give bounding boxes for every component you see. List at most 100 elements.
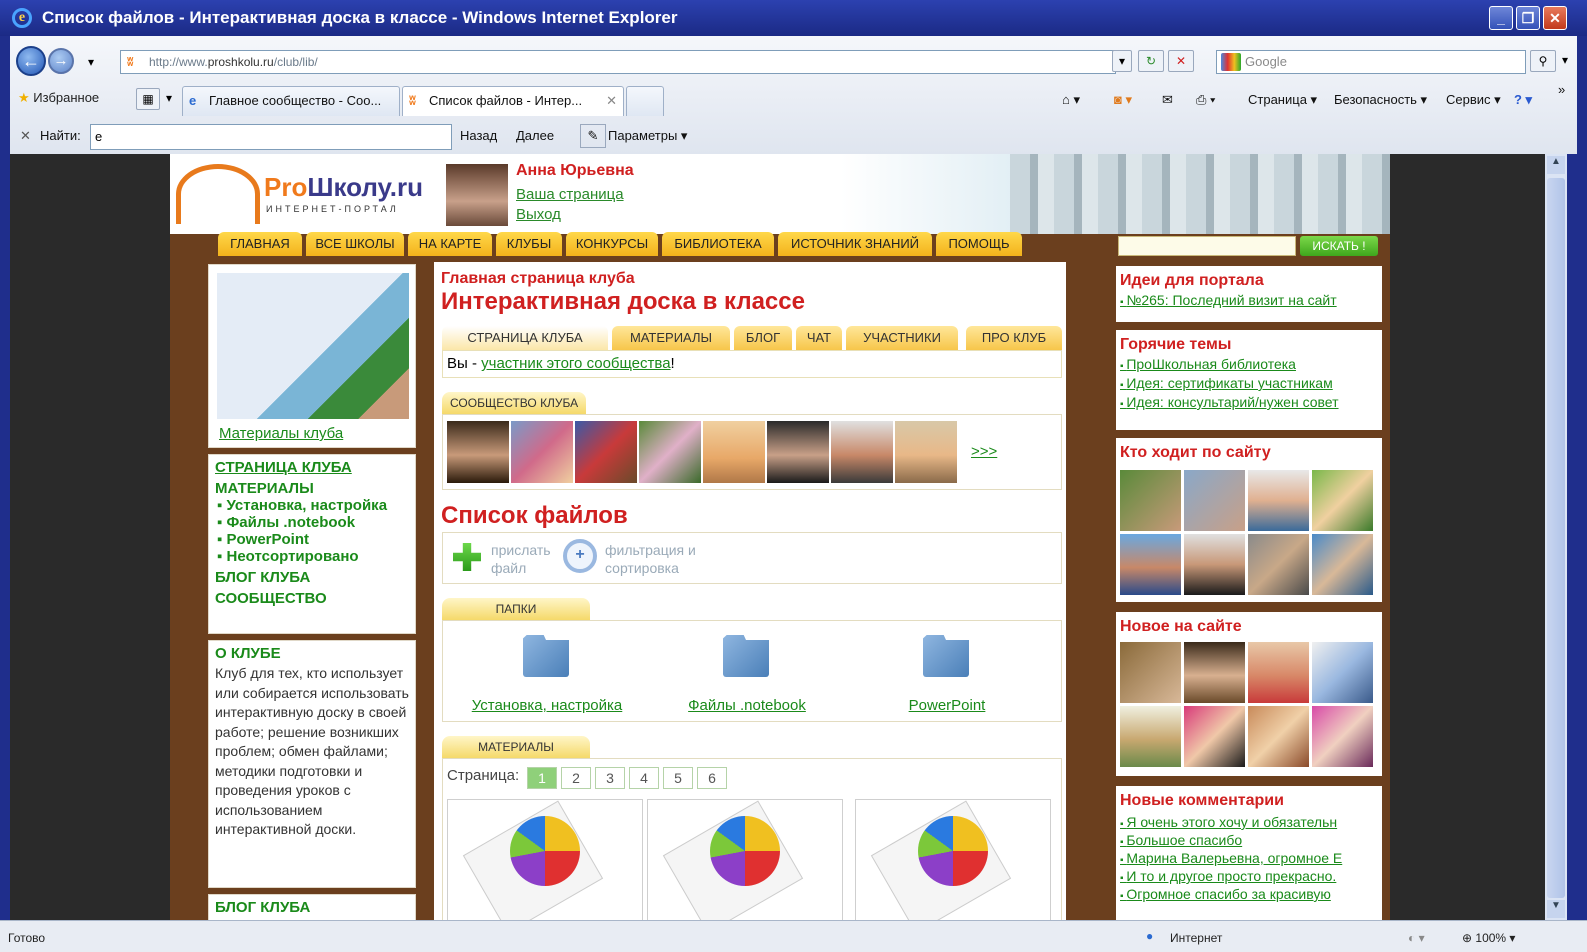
page-menu[interactable]: Страница ▾: [1248, 92, 1317, 108]
home-icon[interactable]: ⌂ ▾: [1062, 92, 1080, 108]
tab-materials[interactable]: МАТЕРИАЛЫ: [612, 326, 730, 350]
folder-notebook-link[interactable]: Файлы .notebook: [667, 697, 827, 714]
quick-tabs-icon[interactable]: ▦: [136, 88, 160, 110]
folder-icon[interactable]: [523, 635, 569, 677]
idea-link[interactable]: №265: Последний визит на сайт: [1116, 292, 1382, 308]
vertical-scrollbar[interactable]: ▲ ▼: [1545, 154, 1567, 920]
hot-topic-link[interactable]: ПроШкольная библиотека: [1120, 356, 1382, 372]
material-thumbnail[interactable]: [447, 799, 643, 920]
visitor-avatar[interactable]: [1184, 470, 1245, 531]
print-icon[interactable]: ⎙ ▾: [1196, 92, 1215, 108]
back-button[interactable]: ←: [16, 46, 46, 76]
site-search-input[interactable]: [1118, 236, 1296, 256]
find-next-button[interactable]: Далее: [516, 128, 554, 143]
address-bar[interactable]: ʬ http://www.proshkolu.ru/club/lib/: [120, 50, 1116, 74]
history-dropdown-icon[interactable]: ▾: [82, 52, 100, 74]
page-button[interactable]: 2: [561, 767, 591, 789]
folder-icon[interactable]: [923, 635, 969, 677]
page-button[interactable]: 3: [595, 767, 625, 789]
add-file-icon[interactable]: [453, 543, 481, 571]
site-search-button[interactable]: ИСКАТЬ !: [1300, 236, 1378, 256]
close-button[interactable]: ✕: [1543, 6, 1567, 30]
send-file-link[interactable]: прислать файл: [491, 541, 563, 577]
tab-members[interactable]: УЧАСТНИКИ: [846, 326, 958, 350]
nav-knowledge[interactable]: ИСТОЧНИК ЗНАНИЙ: [778, 232, 932, 256]
service-menu[interactable]: Сервис ▾: [1446, 92, 1501, 108]
member-avatar[interactable]: [703, 421, 765, 483]
user-avatar[interactable]: [446, 164, 508, 226]
page-button[interactable]: 4: [629, 767, 659, 789]
menu-blog[interactable]: БЛОГ КЛУБА: [215, 569, 409, 586]
minimize-button[interactable]: _: [1489, 6, 1513, 30]
comment-link[interactable]: И то и другое просто прекрасно.: [1120, 868, 1382, 884]
comment-link[interactable]: Огромное спасибо за красивую: [1120, 886, 1382, 902]
logout-link[interactable]: Выход: [516, 206, 561, 223]
menu-community[interactable]: СООБЩЕСТВО: [215, 590, 409, 607]
nav-library[interactable]: БИБЛИОТЕКА: [662, 232, 774, 256]
tab-main-community[interactable]: e Главное сообщество - Соо...: [182, 86, 400, 116]
address-dropdown-icon[interactable]: ▾: [1112, 50, 1132, 72]
folder-setup-link[interactable]: Установка, настройка: [467, 697, 627, 714]
comment-link[interactable]: Большое спасибо: [1120, 832, 1382, 848]
new-item-thumb[interactable]: [1248, 642, 1309, 703]
user-name[interactable]: Анна Юрьевна: [516, 162, 634, 180]
member-avatar[interactable]: [639, 421, 701, 483]
member-avatar[interactable]: [831, 421, 893, 483]
folder-powerpoint-link[interactable]: PowerPoint: [867, 697, 1027, 714]
new-item-thumb[interactable]: [1312, 642, 1373, 703]
tab-club-page[interactable]: СТРАНИЦА КЛУБА: [442, 326, 608, 350]
hot-topic-link[interactable]: Идея: сертификаты участникам: [1120, 375, 1382, 391]
tab-list-icon[interactable]: ▾: [162, 88, 176, 110]
protected-mode-icon[interactable]: ◐ ▾: [1408, 931, 1425, 945]
refresh-icon[interactable]: ↻: [1138, 50, 1164, 72]
new-tab-button[interactable]: [626, 86, 664, 116]
new-item-thumb[interactable]: [1120, 642, 1181, 703]
scroll-down-icon[interactable]: ▼: [1547, 900, 1565, 918]
close-tab-icon[interactable]: ✕: [606, 87, 617, 115]
forward-button[interactable]: →: [48, 48, 74, 74]
search-input[interactable]: Google: [1216, 50, 1526, 74]
menu-materials[interactable]: МАТЕРИАЛЫ: [215, 480, 409, 497]
nav-map[interactable]: НА КАРТЕ: [408, 232, 492, 256]
menu-sub-unsorted[interactable]: ▪ Неотсортировано: [215, 548, 409, 565]
your-page-link[interactable]: Ваша страница: [516, 186, 624, 203]
page-button-current[interactable]: 1: [527, 767, 557, 789]
tab-blog[interactable]: БЛОГ: [734, 326, 792, 350]
new-item-thumb[interactable]: [1120, 706, 1181, 767]
visitor-avatar[interactable]: [1248, 534, 1309, 595]
find-options-button[interactable]: Параметры ▾: [608, 128, 687, 144]
visitor-avatar[interactable]: [1120, 534, 1181, 595]
visitor-avatar[interactable]: [1184, 534, 1245, 595]
page-button[interactable]: 5: [663, 767, 693, 789]
hot-topic-link[interactable]: Идея: консультарий/нужен совет: [1120, 394, 1382, 410]
security-menu[interactable]: Безопасность ▾: [1334, 92, 1427, 108]
scroll-up-icon[interactable]: ▲: [1547, 156, 1565, 174]
menu-sub-notebook[interactable]: ▪ Файлы .notebook: [215, 514, 409, 531]
highlight-icon[interactable]: ✎: [580, 124, 606, 148]
club-materials-link[interactable]: Материалы клуба: [219, 425, 343, 442]
material-thumbnail[interactable]: [647, 799, 843, 920]
filter-magnifier-icon[interactable]: +: [563, 539, 597, 573]
maximize-button[interactable]: ❐: [1516, 6, 1540, 30]
menu-sub-powerpoint[interactable]: ▪ PowerPoint: [215, 531, 409, 548]
stop-icon[interactable]: ✕: [1168, 50, 1194, 72]
comment-link[interactable]: Марина Валерьевна, огромное Е: [1120, 850, 1382, 866]
find-prev-button[interactable]: Назад: [460, 128, 497, 143]
find-input[interactable]: e: [90, 124, 452, 150]
comment-link[interactable]: Я очень этого хочу и обязательн: [1120, 814, 1382, 830]
favorites-button[interactable]: ★ Избранное: [18, 90, 99, 106]
member-avatar[interactable]: [895, 421, 957, 483]
scrollbar-thumb[interactable]: [1547, 178, 1565, 898]
zoom-level[interactable]: ⊕ 100% ▾: [1462, 931, 1515, 945]
new-item-thumb[interactable]: [1184, 642, 1245, 703]
tab-file-list[interactable]: ʬ Список файлов - Интер... ✕: [402, 86, 624, 116]
mail-icon[interactable]: ✉: [1162, 92, 1173, 108]
member-avatar[interactable]: [575, 421, 637, 483]
folder-icon[interactable]: [723, 635, 769, 677]
close-find-icon[interactable]: ✕: [20, 128, 31, 144]
nav-contests[interactable]: КОНКУРСЫ: [566, 232, 658, 256]
filter-link[interactable]: фильтрация и сортировка: [605, 541, 715, 577]
search-options-icon[interactable]: ▾: [1558, 50, 1572, 72]
member-avatar[interactable]: [511, 421, 573, 483]
tab-chat[interactable]: ЧАТ: [796, 326, 842, 350]
